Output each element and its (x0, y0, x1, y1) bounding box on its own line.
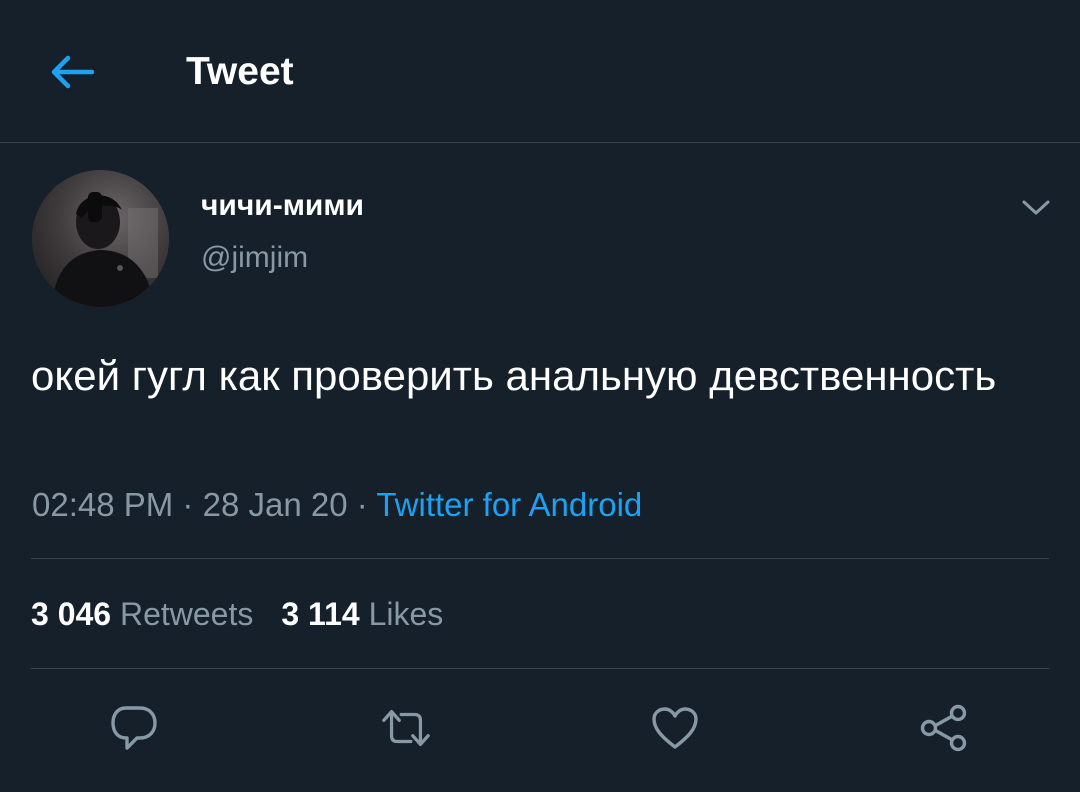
retweet-arrows-icon (382, 709, 430, 747)
retweets-label: Retweets (119, 596, 254, 632)
likes-label: Likes (368, 596, 444, 632)
tweet-time: 02:48 PM (32, 486, 174, 523)
likes-stat[interactable]: 3 114 Likes (281, 596, 443, 632)
speech-bubble-icon (111, 706, 157, 750)
avatar[interactable] (32, 170, 169, 307)
heart-icon (652, 707, 698, 749)
divider (31, 668, 1049, 669)
reply-button[interactable] (108, 702, 160, 754)
share-nodes-icon (920, 704, 967, 752)
page-title: Tweet (186, 50, 294, 93)
user-handle[interactable]: @jimjim (201, 240, 308, 276)
retweet-button[interactable] (380, 702, 432, 754)
meta-separator: · (182, 486, 194, 523)
share-button[interactable] (918, 702, 970, 754)
tweet-source-link[interactable]: Twitter for Android (376, 486, 642, 523)
retweets-stat[interactable]: 3 046 Retweets (31, 596, 253, 632)
tweet-meta: 02:48 PM · 28 Jan 20 · Twitter for Andro… (32, 485, 642, 525)
likes-count: 3 114 (281, 596, 360, 632)
display-name[interactable]: чичи-мими (201, 188, 364, 224)
avatar-photo (32, 170, 169, 307)
tweet-text: окей гугл как проверить анальную девстве… (31, 352, 997, 399)
divider (31, 558, 1049, 559)
tweet-detail-screen: Tweet чичи-мими @jimjim окей гугл как пр… (0, 0, 1080, 792)
arrow-left-icon (51, 55, 94, 89)
like-button[interactable] (649, 702, 701, 754)
chevron-down-icon (1022, 200, 1050, 215)
retweets-count: 3 046 (31, 596, 112, 632)
tweet-stats: 3 046 Retweets 3 114 Likes (31, 594, 443, 634)
more-options-button[interactable] (1016, 192, 1056, 224)
top-bar: Tweet (0, 0, 1080, 143)
back-button[interactable] (46, 48, 98, 96)
meta-separator: · (356, 486, 368, 523)
tweet-date: 28 Jan 20 (202, 486, 348, 523)
